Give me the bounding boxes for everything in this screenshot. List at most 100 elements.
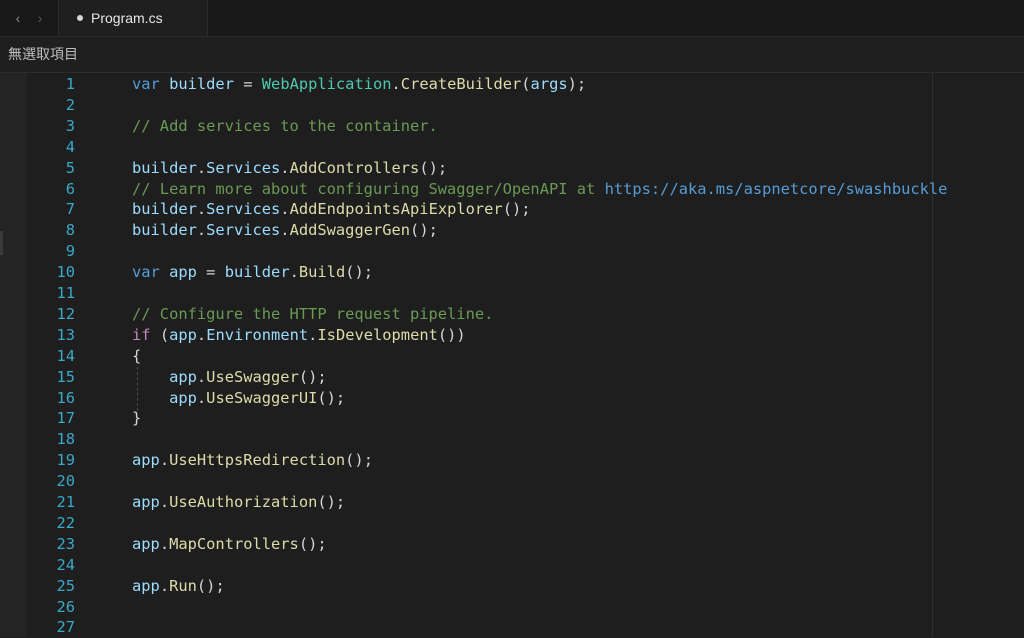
code-token: ())	[437, 325, 466, 344]
code-token: app	[169, 325, 197, 344]
modified-dot-icon	[77, 15, 83, 21]
code-token: ();	[502, 200, 531, 219]
code-token: app	[132, 576, 160, 595]
line-number: 9	[65, 242, 75, 261]
line-number: 20	[56, 472, 75, 491]
code-line[interactable]: 18	[0, 429, 1024, 450]
code-token: .	[196, 200, 207, 219]
line-code: app.UseSwagger();	[132, 367, 327, 388]
code-token: .	[280, 158, 290, 177]
code-token: UseSwaggerUI	[206, 388, 318, 407]
code-token: Build	[298, 263, 346, 282]
line-code: builder.Services.AddSwaggerGen();	[132, 220, 438, 241]
line-number: 18	[56, 430, 75, 449]
code-line[interactable]: 10 var app = builder.Build();	[0, 262, 1024, 283]
line-code: // Add services to the container.	[132, 116, 438, 137]
line-number: 11	[56, 284, 75, 302]
code-token: .	[196, 325, 207, 344]
code-line[interactable]: 13 if (app.Environment.IsDevelopment())	[0, 325, 1024, 346]
line-number: 7	[65, 200, 75, 219]
line-number: 4	[65, 137, 75, 156]
line-number: 16	[56, 388, 75, 407]
code-token: AddSwaggerGen	[289, 221, 411, 240]
code-token: .	[196, 367, 207, 386]
line-code: }	[132, 408, 141, 429]
code-token: if	[132, 325, 151, 344]
code-token: // Learn more about configuring Swagger/…	[132, 179, 605, 198]
line-code: app.UseSwaggerUI();	[132, 388, 345, 409]
code-token: // Add services to the container.	[132, 116, 438, 135]
code-token: (	[521, 75, 531, 93]
line-code: app.Run();	[132, 576, 225, 597]
code-line[interactable]: 7 builder.Services.AddEndpointsApiExplore…	[0, 199, 1024, 220]
code-line[interactable]: 17}	[0, 408, 1024, 429]
code-token: var	[132, 75, 160, 93]
tab-label: Program.cs	[91, 10, 163, 26]
code-line[interactable]: 15 app.UseSwagger();	[0, 367, 1024, 388]
code-token: WebApplication	[261, 75, 392, 93]
code-line[interactable]: 12 // Configure the HTTP request pipeline…	[0, 304, 1024, 325]
code-token: AddControllers	[289, 158, 420, 177]
code-token: ();	[410, 221, 438, 240]
code-token: ();	[317, 493, 346, 511]
code-token: args	[530, 75, 568, 93]
code-line[interactable]: 19 app.UseHttpsRedirection();	[0, 450, 1024, 471]
line-number: 10	[56, 263, 75, 282]
code-token: (	[150, 325, 170, 344]
code-line[interactable]: 24	[0, 555, 1024, 576]
code-token: MapControllers	[169, 534, 299, 553]
code-line[interactable]: 4	[0, 137, 1024, 158]
code-line[interactable]: 8 builder.Services.AddSwaggerGen();	[0, 220, 1024, 241]
code-token: // Configure the HTTP request pipeline.	[132, 304, 494, 323]
code-editor[interactable]: 1 var builder = WebApplication.CreateBuil…	[0, 73, 1024, 637]
code-token: =	[233, 75, 262, 93]
line-code: app.UseAuthorization();	[132, 492, 345, 513]
line-number: 27	[56, 618, 75, 637]
code-line[interactable]: 20	[0, 471, 1024, 492]
code-line[interactable]: 11	[0, 283, 1024, 304]
code-token: UseAuthorization	[169, 493, 318, 511]
code-token: app	[169, 263, 197, 282]
tab-program-cs[interactable]: Program.cs	[58, 0, 208, 36]
line-number: 23	[56, 534, 75, 553]
code-token: IsDevelopment	[317, 325, 438, 344]
line-code: // Learn more about configuring Swagger/…	[132, 179, 947, 200]
code-line[interactable]: 22	[0, 513, 1024, 534]
code-token: UseSwagger	[206, 367, 299, 386]
code-line[interactable]: 2	[0, 95, 1024, 116]
code-token: CreateBuilder	[400, 75, 522, 93]
line-number: 5	[65, 158, 75, 177]
code-token: app	[132, 451, 160, 470]
line-number: 24	[56, 555, 75, 574]
code-line[interactable]: 5 builder.Services.AddControllers();	[0, 158, 1024, 179]
code-line[interactable]: 27	[0, 617, 1024, 638]
chevron-left-icon[interactable]: ‹	[10, 9, 26, 27]
code-line[interactable]: 23 app.MapControllers();	[0, 534, 1024, 555]
chevron-right-icon[interactable]: ›	[32, 9, 48, 27]
code-token: .	[196, 221, 207, 240]
line-number: 3	[65, 116, 75, 135]
line-code: var app = builder.Build();	[132, 262, 373, 283]
code-line[interactable]: 6 // Learn more about configuring Swagger…	[0, 179, 1024, 200]
code-line[interactable]: 14 {	[0, 346, 1024, 367]
code-token: Services	[206, 158, 281, 177]
code-line[interactable]: 9	[0, 241, 1024, 262]
code-line[interactable]: 16 app.UseSwaggerUI();	[0, 388, 1024, 409]
line-number: 12	[56, 304, 75, 323]
code-line[interactable]: 25 app.Run();	[0, 576, 1024, 597]
line-code: builder.Services.AddEndpointsApiExplorer…	[132, 199, 531, 220]
code-token: builder	[132, 221, 197, 240]
code-token: UseHttpsRedirection	[169, 451, 346, 470]
line-code: builder.Services.AddControllers();	[132, 158, 447, 179]
code-line[interactable]: 26	[0, 597, 1024, 618]
code-line[interactable]: 1 var builder = WebApplication.CreateBuil…	[0, 74, 1024, 95]
code-token: ();	[298, 534, 327, 553]
line-code: // Configure the HTTP request pipeline.	[132, 304, 493, 325]
line-number: 19	[56, 451, 75, 470]
code-token: Run	[169, 576, 197, 595]
code-line[interactable]: 3 // Add services to the container.	[0, 116, 1024, 137]
code-line[interactable]: 21 app.UseAuthorization();	[0, 492, 1024, 513]
